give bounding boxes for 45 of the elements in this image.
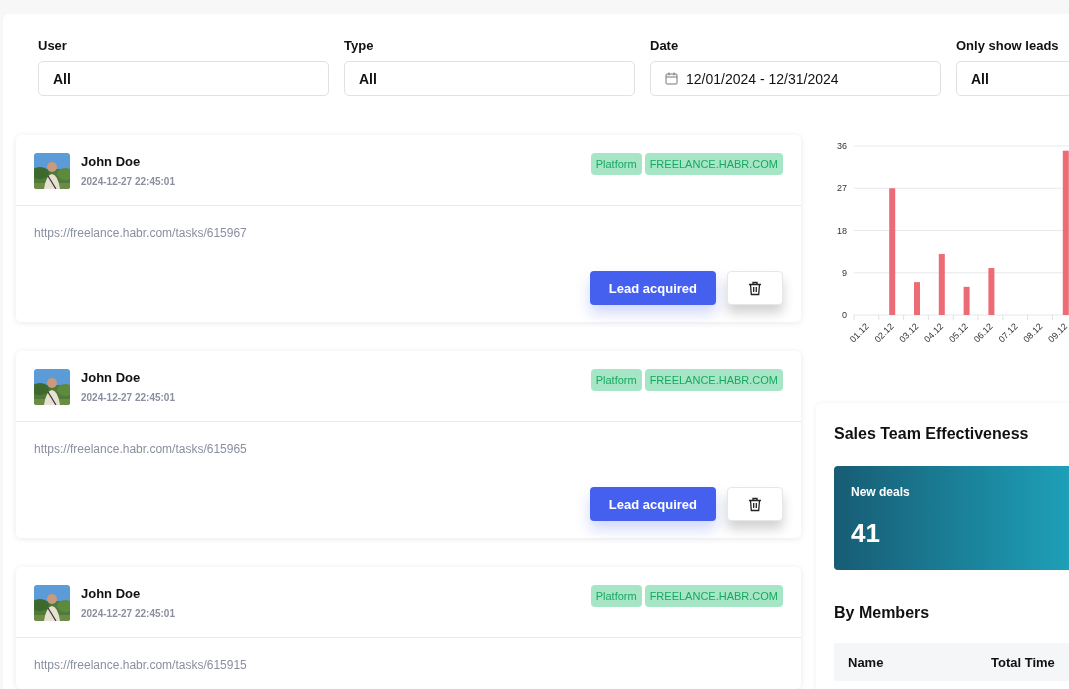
bar [988,268,995,315]
lead-acquired-button[interactable]: Lead acquired [589,271,716,305]
tag: FREELANCE.HABR.COM [644,369,783,391]
column-header: Total Time [991,654,1056,670]
timestamp: 2024-12-27 22:45:01 [81,176,176,187]
axis-label: 27 [837,183,847,194]
panel-title: Sales Team Effectiveness [834,425,1030,443]
lead-acquired-button[interactable]: Lead acquired [589,487,716,521]
axis-label: 0 [842,310,847,320]
timestamp: 2024-12-27 22:45:01 [81,392,176,403]
section-title: By Members [834,604,931,622]
filter-label: Only show leads [956,38,1060,53]
tag: Platform [590,369,642,391]
tag: Platform [590,153,642,175]
calendar-icon [665,72,678,85]
tag: Platform [590,585,642,607]
trash-icon [748,496,762,512]
lead-url: https://freelance.habr.com/tasks/615965 [34,442,248,456]
axis-label: 36 [837,141,847,151]
column-header: Name [848,654,885,670]
tag: FREELANCE.HABR.COM [644,153,783,175]
stat-label: New deals [851,485,911,499]
tag: FREELANCE.HABR.COM [644,585,783,607]
bar [914,282,920,315]
bar [963,286,970,315]
user-name: John Doe [81,586,142,601]
user-name: John Doe [81,370,142,385]
select-field[interactable]: All [38,61,329,96]
lead-url: https://freelance.habr.com/tasks/615915 [34,658,248,672]
trash-icon [748,280,762,296]
timestamp: 2024-12-27 22:45:01 [81,608,176,619]
bar [938,253,945,315]
filter-label: User [38,38,68,53]
select-field[interactable]: All [344,61,635,96]
filter-label: Type [344,38,375,53]
filter-label: Date [650,38,680,53]
stat-value: 41 [851,518,881,549]
user-name: John Doe [81,154,142,169]
delete-button[interactable] [727,271,783,305]
axis-label: 18 [837,225,847,236]
date-range-field[interactable]: 12/01/2024 - 12/31/2024 [650,61,941,96]
axis-label: 9 [842,267,847,278]
delete-button[interactable] [727,487,783,521]
lead-url: https://freelance.habr.com/tasks/615967 [34,226,248,240]
select-field[interactable]: All [956,61,1069,96]
